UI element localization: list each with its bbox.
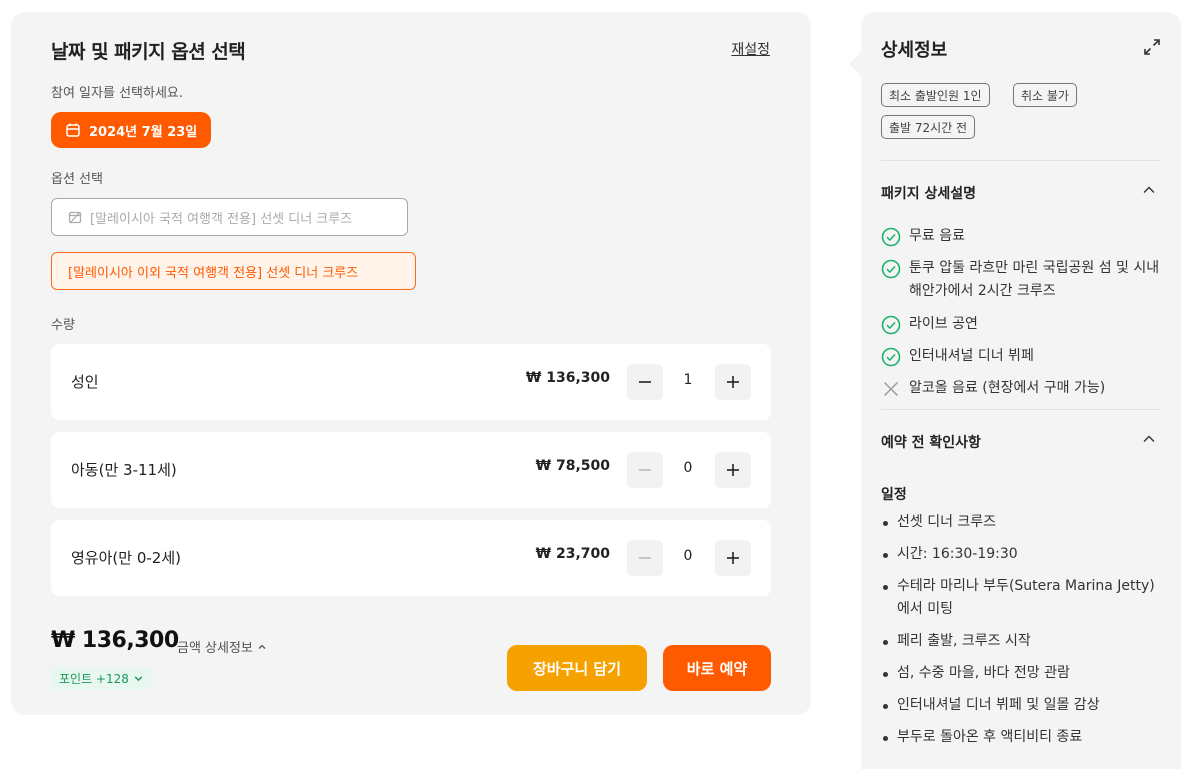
total-price: ₩ 136,300 — [51, 628, 179, 653]
plus-icon — [727, 464, 739, 476]
quantity-label: 아동(만 3-11세) — [71, 461, 177, 479]
option-section-label: 옵션 선택 — [51, 172, 103, 187]
decrement-button[interactable] — [627, 540, 663, 576]
divider — [881, 409, 1161, 410]
minus-icon — [639, 469, 651, 471]
increment-button[interactable] — [715, 364, 751, 400]
decrement-button[interactable] — [627, 364, 663, 400]
feature-item: 툰쿠 압둘 라흐만 마린 국립공원 섬 및 시내 해안가에서 2시간 크루즈 — [881, 257, 1161, 303]
tag-departure: 출발 72시간 전 — [881, 115, 976, 139]
feature-text: 라이브 공연 — [909, 316, 978, 332]
package-accordion-title[interactable]: 패키지 상세설명 — [881, 183, 976, 203]
booking-panel: 날짜 및 패키지 옵션 선택 재설정 참여 일자를 선택하세요. 2024년 7… — [11, 12, 811, 715]
details-title: 상세정보 — [881, 40, 948, 61]
itinerary-title: 일정 — [881, 487, 907, 503]
quantity-row-adult: 성인 ₩ 136,300 1 — [51, 344, 771, 420]
expand-icon[interactable] — [1143, 38, 1161, 56]
quantity-section-label: 수량 — [51, 318, 75, 333]
quantity-label: 영유아(만 0-2세) — [71, 549, 181, 567]
decrement-button[interactable] — [627, 452, 663, 488]
feature-item: 무료 음료 — [881, 225, 1161, 248]
chevron-up-icon[interactable] — [1142, 432, 1156, 446]
unavailable-calendar-icon — [68, 211, 82, 224]
list-item: 시간: 16:30-19:30 — [881, 543, 1166, 566]
feature-text: 알코올 음료 (현장에서 구매 가능) — [909, 380, 1106, 396]
quantity-row-child: 아동(만 3-11세) ₩ 78,500 0 — [51, 432, 771, 508]
date-picker-button[interactable]: 2024년 7월 23일 — [51, 112, 212, 148]
minus-icon — [639, 381, 651, 383]
quantity-count: 0 — [683, 460, 693, 476]
list-item: 부두로 돌아온 후 액티비티 종료 — [881, 726, 1166, 749]
increment-button[interactable] — [715, 540, 751, 576]
list-item: 섬, 수중 마을, 바다 전망 관람 — [881, 662, 1166, 685]
divider — [881, 160, 1161, 161]
feature-text: 툰쿠 압둘 라흐만 마린 국립공원 섬 및 시내 해안가에서 2시간 크루즈 — [909, 260, 1160, 299]
feature-item: 라이브 공연 — [881, 313, 1161, 336]
quantity-count: 0 — [683, 548, 693, 564]
minus-icon — [639, 557, 651, 559]
add-to-cart-button[interactable]: 장바구니 담기 — [507, 645, 647, 691]
price-detail-label: 금액 상세정보 — [177, 641, 253, 656]
quantity-price: ₩ 136,300 — [525, 370, 610, 386]
chevron-up-icon[interactable] — [1142, 183, 1156, 197]
feature-item: 인터내셔널 디너 뷔페 — [881, 345, 1161, 368]
check-circle-icon — [881, 347, 901, 367]
tag-min-participants: 최소 출발인원 1인 — [881, 83, 990, 107]
check-circle-icon — [881, 227, 901, 247]
booking-title: 날짜 및 패키지 옵션 선택 — [51, 41, 246, 63]
list-item: 인터내셔널 디너 뷔페 및 일몰 감상 — [881, 694, 1166, 717]
check-circle-icon — [881, 315, 901, 335]
selected-date: 2024년 7월 23일 — [89, 124, 198, 140]
points-label: 포인트 +128 — [59, 672, 129, 686]
list-item: 선셋 디너 크루즈 — [881, 511, 1166, 534]
plus-icon — [727, 376, 739, 388]
option-malaysian-only[interactable]: [말레이시아 국적 여행객 전용] 선셋 디너 크루즈 — [51, 198, 408, 236]
feature-text: 무료 음료 — [909, 228, 965, 244]
quantity-count: 1 — [683, 372, 693, 388]
list-item: 페리 출발, 크루즈 시작 — [881, 630, 1166, 653]
list-item: 수테라 마리나 부두(Sutera Marina Jetty)에서 미팅 — [881, 575, 1166, 621]
chevron-down-icon — [134, 676, 143, 682]
calendar-icon — [66, 123, 80, 137]
price-detail-toggle[interactable]: 금액 상세정보 — [177, 637, 267, 656]
notice-accordion-title[interactable]: 예약 전 확인사항 — [881, 432, 981, 452]
itinerary-list: 선셋 디너 크루즈 시간: 16:30-19:30 수테라 마리나 부두(Sut… — [881, 511, 1166, 758]
option-label: [말레이시아 국적 여행객 전용] 선셋 디너 크루즈 — [90, 211, 353, 227]
option-label: [말레이시아 이외 국적 여행객 전용] 선셋 디너 크루즈 — [68, 265, 359, 281]
reset-link[interactable]: 재설정 — [731, 39, 770, 59]
close-icon — [883, 381, 899, 397]
plus-icon — [727, 552, 739, 564]
check-circle-icon — [881, 259, 901, 279]
increment-button[interactable] — [715, 452, 751, 488]
quantity-row-infant: 영유아(만 0-2세) ₩ 23,700 0 — [51, 520, 771, 596]
date-section-label: 참여 일자를 선택하세요. — [51, 86, 183, 101]
quantity-label: 성인 — [71, 373, 99, 391]
feature-item-excluded: 알코올 음료 (현장에서 구매 가능) — [881, 377, 1161, 400]
quantity-price: ₩ 78,500 — [535, 458, 610, 474]
feature-text: 인터내셔널 디너 뷔페 — [909, 348, 1034, 364]
quantity-price: ₩ 23,700 — [535, 546, 610, 562]
chevron-up-icon — [258, 644, 266, 649]
details-panel: 상세정보 최소 출발인원 1인 취소 불가 출발 72시간 전 패키지 상세설명… — [849, 12, 1181, 769]
points-badge[interactable]: 포인트 +128 — [51, 667, 152, 690]
tag-no-cancel: 취소 불가 — [1013, 83, 1077, 107]
panel-pointer — [849, 52, 861, 76]
option-non-malaysian[interactable]: [말레이시아 이외 국적 여행객 전용] 선셋 디너 크루즈 — [51, 252, 416, 290]
book-now-button[interactable]: 바로 예약 — [663, 645, 771, 691]
